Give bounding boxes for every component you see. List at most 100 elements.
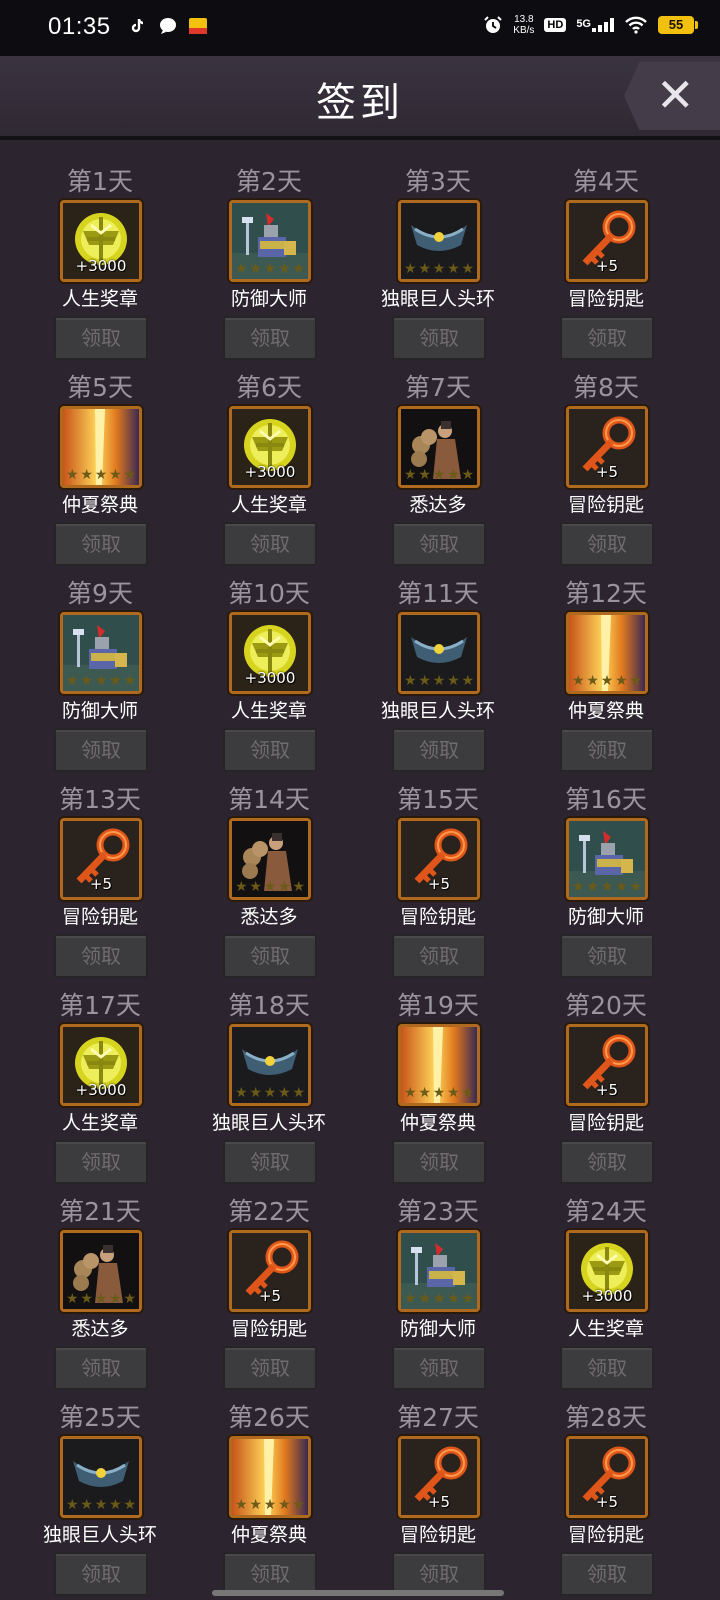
reward-name: 人生奖章 <box>230 700 307 722</box>
star-rating: ★ ★ ★ ★ ★ <box>235 879 305 895</box>
reward-cell: 第17天 +3000 人生奖章 领取 <box>14 972 186 1184</box>
reward-item-slot[interactable]: +3000 <box>566 1230 648 1312</box>
reward-name: 冒险钥匙 <box>567 494 644 516</box>
day-label: 第17天 <box>59 991 141 1020</box>
gesture-bar[interactable] <box>212 1590 504 1596</box>
star-rating: ★ ★ ★ ★ ★ <box>572 673 642 689</box>
reward-item-slot[interactable]: ★ ★ ★ ★ ★ <box>229 1436 311 1518</box>
reward-name: 悉达多 <box>409 494 467 516</box>
reward-item-slot[interactable]: ★ ★ ★ ★ ★ <box>229 200 311 282</box>
close-button[interactable]: ✕ <box>624 62 720 130</box>
reward-quantity: +3000 <box>244 669 296 687</box>
reward-item-slot[interactable]: +3000 <box>60 200 142 282</box>
dialog-header: 签到 ✕ <box>0 56 720 140</box>
reward-name: 防御大师 <box>567 906 644 928</box>
reward-cell: 第19天 ★ ★ ★ ★ ★ 仲夏祭典 领取 <box>352 972 524 1184</box>
reward-name: 悉达多 <box>240 906 298 928</box>
reward-item-slot[interactable]: ★ ★ ★ ★ ★ <box>566 612 648 694</box>
reward-name: 独眼巨人头环 <box>380 700 495 722</box>
reward-name: 人生奖章 <box>567 1318 644 1340</box>
day-label: 第15天 <box>397 785 479 814</box>
reward-item-slot[interactable]: +5 <box>566 1024 648 1106</box>
reward-cell: 第26天 ★ ★ ★ ★ ★ 仲夏祭典 领取 <box>183 1384 355 1596</box>
reward-quantity: +3000 <box>75 257 127 275</box>
star-rating: ★ ★ ★ ★ ★ <box>404 673 474 689</box>
reward-cell: 第7天 ★ ★ ★ ★ ★ 悉达多 领取 <box>352 354 524 566</box>
reward-cell: 第10天 +3000 人生奖章 领取 <box>183 560 355 772</box>
reward-item-slot[interactable]: +5 <box>566 406 648 488</box>
reward-item-slot[interactable]: ★ ★ ★ ★ ★ <box>566 818 648 900</box>
star-rating: ★ ★ ★ ★ ★ <box>572 879 642 895</box>
reward-item-slot[interactable]: +3000 <box>229 612 311 694</box>
wifi-icon <box>625 16 647 34</box>
star-rating: ★ ★ ★ ★ ★ <box>235 1497 305 1513</box>
reward-name: 冒险钥匙 <box>230 1318 307 1340</box>
reward-name: 人生奖章 <box>61 288 138 310</box>
day-label: 第4天 <box>573 167 639 196</box>
reward-item-slot[interactable]: ★ ★ ★ ★ ★ <box>60 406 142 488</box>
day-label: 第5天 <box>67 373 133 402</box>
reward-name: 仲夏祭典 <box>61 494 138 516</box>
star-rating: ★ ★ ★ ★ ★ <box>404 261 474 277</box>
reward-cell: 第18天 ★ ★ ★ ★ ★ 独眼巨人头环 领取 <box>183 972 355 1184</box>
reward-name: 独眼巨人头环 <box>380 288 495 310</box>
reward-cell: 第22天 +5 冒险钥匙 领取 <box>183 1178 355 1390</box>
star-rating: ★ ★ ★ ★ ★ <box>404 467 474 483</box>
reward-name: 冒险钥匙 <box>61 906 138 928</box>
reward-item-slot[interactable]: ★ ★ ★ ★ ★ <box>60 1436 142 1518</box>
reward-quantity: +5 <box>427 875 451 893</box>
day-label: 第2天 <box>236 167 302 196</box>
reward-name: 冒险钥匙 <box>567 1112 644 1134</box>
day-label: 第20天 <box>565 991 647 1020</box>
reward-cell: 第14天 ★ ★ ★ ★ ★ 悉达多 领取 <box>183 766 355 978</box>
reward-item-slot[interactable]: ★ ★ ★ ★ ★ <box>398 406 480 488</box>
reward-name: 冒险钥匙 <box>399 906 476 928</box>
reward-item-slot[interactable]: ★ ★ ★ ★ ★ <box>229 1024 311 1106</box>
reward-item-slot[interactable]: +5 <box>398 818 480 900</box>
day-label: 第25天 <box>59 1403 141 1432</box>
reward-cell: 第21天 ★ ★ ★ ★ ★ 悉达多 领取 <box>14 1178 186 1390</box>
reward-cell: 第11天 ★ ★ ★ ★ ★ 独眼巨人头环 领取 <box>352 560 524 772</box>
reward-item-slot[interactable]: +3000 <box>60 1024 142 1106</box>
reward-name: 仲夏祭典 <box>567 700 644 722</box>
reward-quantity: +5 <box>258 1287 282 1305</box>
reward-cell: 第2天 ★ ★ ★ ★ ★ 防御大师 领取 <box>183 148 355 360</box>
reward-item-slot[interactable]: +3000 <box>229 406 311 488</box>
day-label: 第3天 <box>405 167 471 196</box>
reward-item-slot[interactable]: +5 <box>398 1436 480 1518</box>
reward-item-slot[interactable]: +5 <box>566 200 648 282</box>
hd-badge: HD <box>544 18 567 32</box>
reward-item-slot[interactable]: ★ ★ ★ ★ ★ <box>398 200 480 282</box>
day-label: 第19天 <box>397 991 479 1020</box>
reward-item-slot[interactable]: ★ ★ ★ ★ ★ <box>398 612 480 694</box>
cellular-indicator: 5G <box>576 18 614 32</box>
reward-quantity: +5 <box>595 1081 619 1099</box>
reward-name: 独眼巨人头环 <box>42 1524 157 1546</box>
reward-item-slot[interactable]: ★ ★ ★ ★ ★ <box>398 1024 480 1106</box>
reward-item-slot[interactable]: +5 <box>60 818 142 900</box>
claim-button[interactable]: 领取 <box>54 1552 148 1596</box>
reward-cell: 第9天 ★ ★ ★ ★ ★ 防御大师 领取 <box>14 560 186 772</box>
tiktok-icon <box>131 18 144 33</box>
day-label: 第28天 <box>565 1403 647 1432</box>
day-label: 第13天 <box>59 785 141 814</box>
reward-item-slot[interactable]: ★ ★ ★ ★ ★ <box>60 1230 142 1312</box>
reward-item-slot[interactable]: ★ ★ ★ ★ ★ <box>398 1230 480 1312</box>
reward-item-slot[interactable]: ★ ★ ★ ★ ★ <box>60 612 142 694</box>
close-icon: ✕ <box>656 68 695 122</box>
day-label: 第24天 <box>565 1197 647 1226</box>
reward-name: 悉达多 <box>71 1318 129 1340</box>
day-label: 第11天 <box>397 579 479 608</box>
reward-quantity: +5 <box>595 1493 619 1511</box>
reward-name: 仲夏祭典 <box>399 1112 476 1134</box>
reward-quantity: +3000 <box>244 463 296 481</box>
reward-cell: 第24天 +3000 人生奖章 领取 <box>520 1178 692 1390</box>
day-label: 第7天 <box>405 373 471 402</box>
reward-item-slot[interactable]: +5 <box>566 1436 648 1518</box>
reward-item-slot[interactable]: +5 <box>229 1230 311 1312</box>
reward-quantity: +5 <box>89 875 113 893</box>
claim-button[interactable]: 领取 <box>560 1552 654 1596</box>
reward-item-slot[interactable]: ★ ★ ★ ★ ★ <box>229 818 311 900</box>
reward-cell: 第4天 +5 冒险钥匙 领取 <box>520 148 692 360</box>
star-rating: ★ ★ ★ ★ ★ <box>404 1085 474 1101</box>
